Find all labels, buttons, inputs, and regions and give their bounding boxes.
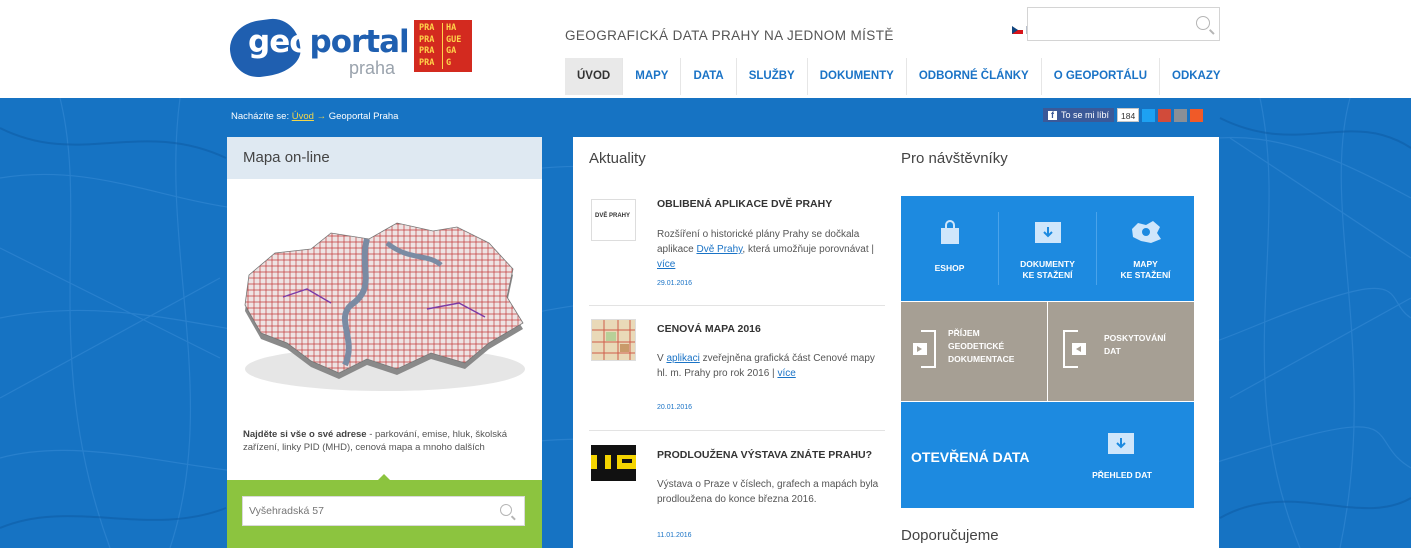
vystava-thumbnail[interactable] (591, 445, 636, 487)
news-title[interactable]: PRODLOUŽENA VÝSTAVA ZNÁTE PRAHU? (657, 449, 872, 461)
news-date: 11.01.2016 (657, 532, 692, 539)
logo-subtitle: praha (349, 58, 396, 78)
nav-item-data[interactable]: DATA (680, 58, 735, 95)
news-column: Aktuality DVĚ PRAHY OBLIBENÁ APLIKACE DV… (589, 137, 885, 539)
document-in-icon (913, 330, 936, 368)
address-search-icon[interactable] (500, 504, 512, 516)
map-online-panel: Mapa on-line Najděte si vše o své adrese… (227, 137, 542, 548)
prague-map-download-icon (1131, 221, 1161, 243)
breadcrumb: Nacházíte se: Úvod → Geoportal Praha (231, 111, 399, 122)
search-icon[interactable] (1196, 16, 1210, 30)
breadcrumb-home-link[interactable]: Úvod (292, 111, 314, 122)
logo-wordmark: geoportal (248, 24, 410, 60)
eshop-tile[interactable]: ESHOP (901, 196, 998, 301)
dve-prahy-thumbnail[interactable]: DVĚ PRAHY (591, 199, 636, 241)
site-search (1027, 7, 1220, 41)
print-icon[interactable] (1174, 108, 1188, 122)
social-share-bar: f To se mi líbí 184 (1043, 108, 1204, 122)
open-data-tile[interactable]: OTEVŘENÁ DATA PŘEHLED DAT (901, 402, 1194, 508)
news-body: Rozšíření o historické plány Prahy se do… (657, 229, 874, 270)
praha-city-logo[interactable]: PRA HA PRA GUE PRA GA PRA G (414, 20, 472, 72)
facebook-like-button[interactable]: f To se mi líbí (1043, 108, 1115, 122)
visitors-heading: Pro návštěvníky (901, 150, 1008, 167)
news-title[interactable]: OBLIBENÁ APLIKACE DVĚ PRAHY (657, 198, 832, 210)
geoportal-logo[interactable]: geoportal praha (226, 14, 410, 84)
maps-download-tile[interactable]: MAPY KE STAŽENÍ (1097, 196, 1194, 301)
facebook-like-count: 184 (1117, 108, 1140, 122)
data-overview-link[interactable]: PŘEHLED DAT (1077, 470, 1167, 481)
prague-3d-map-image[interactable] (227, 179, 542, 417)
documents-download-tile[interactable]: DOKUMENTY KE STAŽENÍ (999, 196, 1096, 301)
breadcrumb-arrow-icon: → (316, 111, 327, 122)
map-online-title[interactable]: Mapa on-line (227, 137, 542, 179)
breadcrumb-current: Geoportal Praha (328, 111, 399, 122)
news-heading: Aktuality (589, 150, 646, 167)
email-share-icon[interactable] (1158, 108, 1172, 122)
address-search-input[interactable] (243, 497, 483, 525)
dve-prahy-link[interactable]: Dvě Prahy (696, 244, 742, 255)
site-tagline: GEOGRAFICKÁ DATA PRAHY NA JEDNOM MÍSTĚ (565, 28, 894, 43)
twitter-icon[interactable] (1142, 108, 1156, 122)
nav-item-odkazy[interactable]: ODKAZY (1159, 58, 1233, 95)
news-date: 29.01.2016 (657, 280, 693, 287)
nav-item-odborne-clanky[interactable]: ODBORNÉ ČLÁNKY (905, 58, 1041, 95)
folder-download-icon (1034, 222, 1061, 243)
address-search-box (227, 474, 542, 548)
nav-item-o-geoportalu[interactable]: O GEOPORTÁLU (1040, 58, 1159, 95)
data-provision-tile[interactable]: POSKYTOVÁNÍ DAT (1048, 302, 1194, 401)
recommend-heading: Doporučujeme (901, 527, 999, 544)
content-panel: Aktuality DVĚ PRAHY OBLIBENÁ APLIKACE DV… (573, 137, 1219, 548)
site-header: geoportal praha PRA HA PRA GUE PRA GA PRA G … (0, 0, 1411, 98)
nav-item-uvod[interactable]: ÚVOD (565, 58, 623, 95)
main-nav: ÚVOD MAPY DATA SLUŽBY DOKUMENTY ODBORNÉ … (565, 58, 1233, 95)
news-body: Výstava o Praze v číslech, grafech a map… (657, 479, 879, 505)
shopping-bag-icon (940, 220, 959, 244)
nav-item-mapy[interactable]: MAPY (622, 58, 680, 95)
nav-item-sluzby[interactable]: SLUŽBY (735, 58, 807, 95)
news-divider (589, 430, 885, 431)
news-divider (589, 305, 885, 306)
more-link[interactable]: více (777, 368, 795, 379)
more-link[interactable]: více (657, 259, 675, 270)
visitors-column: Pro návštěvníky ESHOP DOKUMENTY KE STAŽE… (901, 137, 1194, 544)
address-search-field (242, 496, 525, 526)
site-search-input[interactable] (1028, 8, 1178, 40)
folder-data-icon (1108, 433, 1134, 454)
news-body: V aplikaci zveřejněna grafická část Ceno… (657, 353, 875, 379)
news-title[interactable]: CENOVÁ MAPA 2016 (657, 323, 761, 335)
nav-item-dokumenty[interactable]: DOKUMENTY (806, 58, 906, 95)
news-date: 20.01.2016 (657, 404, 693, 411)
cenova-mapa-thumbnail[interactable] (591, 319, 636, 361)
facebook-icon: f (1048, 110, 1057, 120)
open-data-label: OTEVŘENÁ DATA (911, 449, 1030, 465)
document-out-icon (1063, 330, 1086, 368)
address-search-note: Najděte si vše o své adrese - parkování,… (243, 429, 508, 453)
more-share-icon[interactable] (1190, 108, 1204, 122)
aplikace-link[interactable]: aplikaci (666, 353, 699, 364)
geodetic-docs-tile[interactable]: PŘÍJEM GEODETICKÉ DOKUMENTACE (901, 302, 1047, 401)
czech-flag-icon[interactable] (1012, 26, 1023, 34)
